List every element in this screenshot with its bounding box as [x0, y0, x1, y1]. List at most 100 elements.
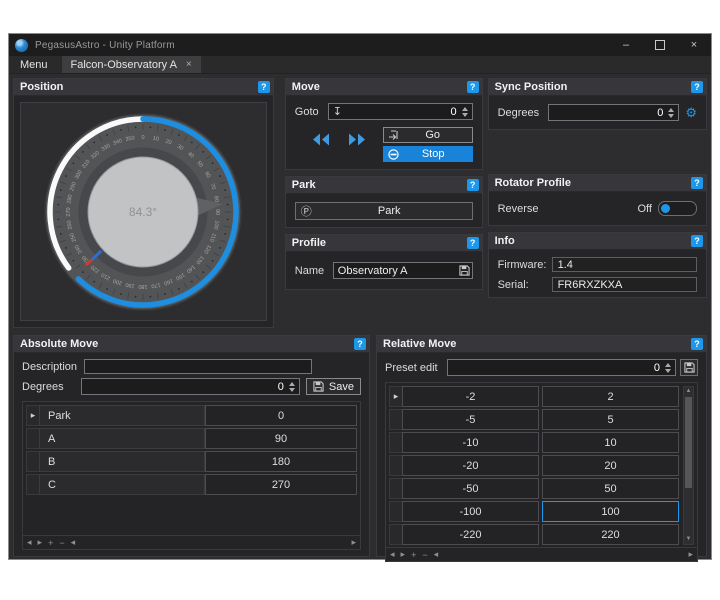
- gear-icon[interactable]: ⚙: [685, 106, 697, 119]
- row-selector[interactable]: [26, 428, 39, 449]
- preset-value-cell[interactable]: 0: [205, 405, 357, 426]
- relative-positive-cell[interactable]: 10: [542, 432, 679, 453]
- save-button-label: Save: [328, 380, 354, 393]
- preset-name-cell[interactable]: C: [39, 474, 205, 495]
- nav-prev-icon[interactable]: ◂: [434, 549, 439, 560]
- goto-input[interactable]: ↧ 0: [327, 103, 473, 120]
- table-row[interactable]: A 90: [26, 428, 357, 449]
- row-selector[interactable]: [389, 501, 402, 522]
- position-dial[interactable]: 0 10 2030405060708090100110120130140150160…: [37, 106, 249, 318]
- relative-negative-cell[interactable]: -100: [402, 501, 539, 522]
- nav-prev-icon[interactable]: ◂: [71, 537, 76, 548]
- nav-remove-icon[interactable]: −: [59, 538, 64, 548]
- row-selector[interactable]: [389, 524, 402, 545]
- help-icon[interactable]: ?: [690, 177, 703, 189]
- table-row[interactable]: B 180: [26, 451, 357, 472]
- table-row[interactable]: -50 50: [389, 478, 682, 499]
- relative-positive-cell[interactable]: 2: [542, 386, 679, 407]
- relative-negative-cell[interactable]: -50: [402, 478, 539, 499]
- park-button[interactable]: Ⓟ Park: [294, 201, 473, 220]
- relative-negative-cell[interactable]: -20: [402, 455, 539, 476]
- scroll-down-icon[interactable]: ▼: [686, 535, 692, 544]
- help-icon[interactable]: ?: [690, 235, 703, 247]
- preset-name-cell[interactable]: B: [39, 451, 205, 472]
- goto-spinner[interactable]: [460, 106, 470, 117]
- preset-name-cell[interactable]: A: [39, 428, 205, 449]
- nav-first-icon[interactable]: ◂: [27, 537, 32, 548]
- table-row[interactable]: -220 220: [389, 524, 682, 545]
- nav-first-icon[interactable]: ◂: [390, 549, 395, 560]
- relative-negative-cell[interactable]: -10: [402, 432, 539, 453]
- nav-next-icon[interactable]: ▸: [401, 549, 406, 560]
- table-row[interactable]: -10 10: [389, 432, 682, 453]
- go-button[interactable]: Go: [382, 127, 473, 143]
- scroll-up-icon[interactable]: ▲: [686, 387, 692, 396]
- help-icon[interactable]: ?: [691, 338, 703, 350]
- sync-degrees-input[interactable]: 0: [547, 104, 680, 121]
- row-selector[interactable]: [389, 409, 402, 430]
- row-selector[interactable]: [26, 451, 39, 472]
- description-input[interactable]: [84, 359, 312, 374]
- nav-add-icon[interactable]: +: [48, 538, 53, 548]
- help-icon[interactable]: ?: [354, 338, 366, 350]
- help-icon[interactable]: ?: [466, 179, 479, 191]
- save-preset-button[interactable]: Save: [305, 378, 361, 395]
- step-left-icon[interactable]: [312, 133, 331, 146]
- menu-button[interactable]: Menu: [9, 56, 59, 73]
- relative-negative-cell[interactable]: -2: [402, 386, 539, 407]
- nav-next-icon[interactable]: ▸: [38, 537, 43, 548]
- table-row[interactable]: C 270: [26, 474, 357, 495]
- preset-value-cell[interactable]: 180: [205, 451, 357, 472]
- nav-remove-icon[interactable]: −: [422, 550, 427, 560]
- table-row[interactable]: ▸ -2 2: [389, 386, 682, 407]
- preset-value-cell[interactable]: 270: [205, 474, 357, 495]
- row-selector[interactable]: [26, 474, 39, 495]
- relative-negative-cell[interactable]: -5: [402, 409, 539, 430]
- table-row[interactable]: -100 100: [389, 501, 682, 522]
- table-row[interactable]: -20 20: [389, 455, 682, 476]
- minimize-button[interactable]: –: [609, 34, 643, 56]
- help-icon[interactable]: ?: [257, 81, 270, 93]
- preset-save-button[interactable]: [680, 359, 698, 376]
- vertical-scrollbar[interactable]: ▲ ▼: [683, 386, 694, 545]
- relative-positive-cell[interactable]: 220: [542, 524, 679, 545]
- nav-last-icon[interactable]: ▸: [688, 549, 693, 560]
- reverse-toggle[interactable]: [657, 201, 697, 216]
- table-row[interactable]: ▸ Park 0: [26, 405, 357, 426]
- sync-spinner[interactable]: [666, 107, 676, 118]
- save-icon: [313, 381, 324, 392]
- abs-degrees-input[interactable]: 0: [81, 378, 300, 395]
- relative-positive-cell[interactable]: 20: [542, 455, 679, 476]
- close-button[interactable]: ×: [677, 34, 711, 56]
- stop-button[interactable]: Stop: [382, 146, 473, 162]
- help-icon[interactable]: ?: [466, 81, 479, 93]
- relative-positive-cell[interactable]: 100: [542, 501, 679, 522]
- scrollbar-thumb[interactable]: [685, 397, 692, 489]
- maximize-button[interactable]: [643, 34, 677, 56]
- row-selector[interactable]: ▸: [389, 386, 402, 407]
- help-icon[interactable]: ?: [466, 237, 479, 249]
- preset-name-cell[interactable]: Park: [39, 405, 205, 426]
- preset-spinner[interactable]: [663, 362, 673, 373]
- abs-degrees-spinner[interactable]: [287, 381, 297, 392]
- row-selector[interactable]: ▸: [26, 405, 39, 426]
- relative-positive-cell[interactable]: 50: [542, 478, 679, 499]
- relative-negative-cell[interactable]: -220: [402, 524, 539, 545]
- relative-positive-cell[interactable]: 5: [542, 409, 679, 430]
- position-panel-header: Position ?: [14, 79, 273, 96]
- preset-value-cell[interactable]: 90: [205, 428, 357, 449]
- nav-add-icon[interactable]: +: [411, 550, 416, 560]
- row-selector[interactable]: [389, 432, 402, 453]
- row-selector[interactable]: [389, 455, 402, 476]
- nav-last-icon[interactable]: ▸: [351, 537, 356, 548]
- profile-name-input[interactable]: Observatory A: [332, 262, 473, 279]
- step-right-icon[interactable]: [347, 133, 366, 146]
- table-row[interactable]: -5 5: [389, 409, 682, 430]
- tab-falcon-observatory-a[interactable]: Falcon-Observatory A ×: [61, 56, 201, 73]
- row-selector[interactable]: [389, 478, 402, 499]
- save-icon[interactable]: [458, 265, 470, 276]
- tab-close-icon[interactable]: ×: [186, 59, 192, 70]
- firmware-value: 1.4: [551, 257, 697, 272]
- preset-edit-input[interactable]: 0: [447, 359, 676, 376]
- help-icon[interactable]: ?: [690, 81, 703, 93]
